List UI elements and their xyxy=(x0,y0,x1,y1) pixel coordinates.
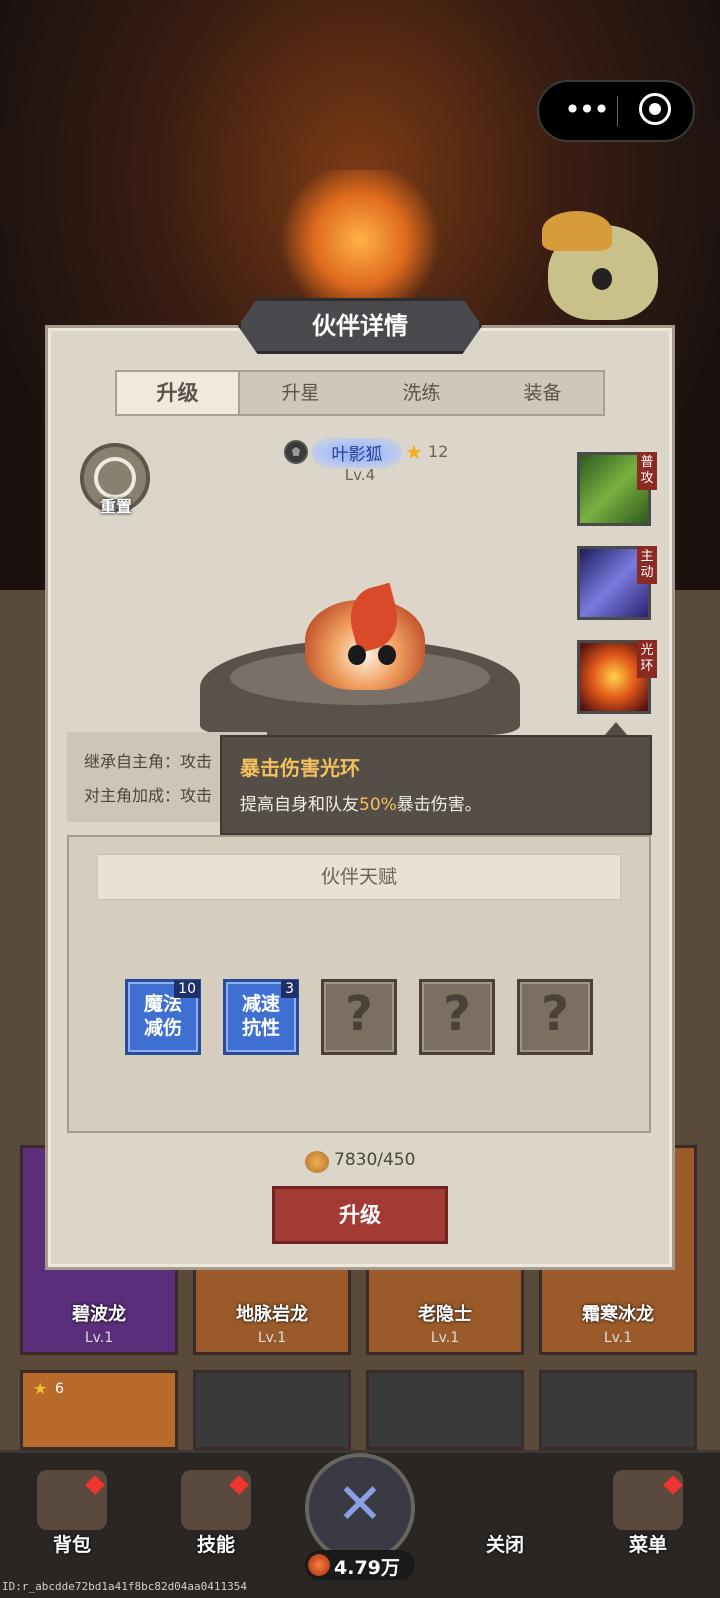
miniprogram-capsule: ••• xyxy=(537,80,695,142)
dragon-eye xyxy=(592,268,612,290)
close-target-icon[interactable] xyxy=(639,93,671,125)
upgrade-button[interactable]: 升级 xyxy=(272,1186,448,1244)
question-mark-icon: ? xyxy=(345,986,373,1042)
partner-star-count: 12 xyxy=(428,442,449,461)
nav-skills[interactable]: 技能 xyxy=(166,1470,266,1557)
partner-level: Lv.4 xyxy=(344,466,376,484)
upgrade-cost: 7830/450 xyxy=(334,1150,416,1170)
more-dots-icon[interactable]: ••• xyxy=(561,82,611,140)
locked-partner-card[interactable] xyxy=(539,1370,697,1450)
locked-partner-card[interactable] xyxy=(193,1370,351,1450)
partner-card[interactable]: ★ 6 xyxy=(20,1370,178,1450)
nav-label: 菜单 xyxy=(628,1534,667,1556)
currency-amount: 4.79万 xyxy=(334,1557,400,1579)
talent-slot[interactable]: 魔法 减伤 10 xyxy=(125,979,201,1055)
talent-name: 减速 抗性 xyxy=(241,993,280,1039)
card-level: Lv.1 xyxy=(84,1330,114,1346)
skill-type-tag: 普攻 xyxy=(637,452,657,490)
nav-close[interactable]: 关闭 xyxy=(455,1470,555,1557)
debug-id: ID:r_abcdde72bd1a41f8bc82d04aa0411354 xyxy=(2,1580,248,1593)
card-level: Lv.1 xyxy=(430,1330,460,1346)
card-name: 霜寒冰龙 xyxy=(582,1304,654,1325)
talent-slot[interactable]: 减速 抗性 3 xyxy=(223,979,299,1055)
card-level: Lv.1 xyxy=(603,1330,633,1346)
coin-icon xyxy=(305,1151,329,1173)
star-icon: ★ xyxy=(405,440,423,464)
bonus-stat: 对主角加成：攻击 xyxy=(84,786,213,805)
nav-label: 技能 xyxy=(196,1534,235,1556)
creature-eye xyxy=(348,645,366,665)
tools-icon xyxy=(470,1470,540,1530)
skill-tooltip xyxy=(220,735,652,835)
background-fire-glow xyxy=(270,170,450,310)
talent-name: 魔法 减伤 xyxy=(143,993,182,1039)
tab-upgrade[interactable]: 升级 xyxy=(117,372,240,414)
locked-talent-slot[interactable]: ? xyxy=(419,979,495,1055)
tab-reroll[interactable]: 洗练 xyxy=(361,372,482,414)
question-mark-icon: ? xyxy=(443,986,471,1042)
locked-partner-card[interactable] xyxy=(366,1370,524,1450)
talent-level-badge: 10 xyxy=(174,980,200,998)
card-star-count: 6 xyxy=(55,1381,64,1397)
card-name: 老隐士 xyxy=(418,1304,472,1325)
tab-equipment[interactable]: 装备 xyxy=(482,372,603,414)
card-name: 碧波龙 xyxy=(72,1304,126,1325)
nav-menu[interactable]: 菜单 xyxy=(598,1470,698,1557)
tab-star-up[interactable]: 升星 xyxy=(240,372,361,414)
tab-bar: 升级 升星 洗练 装备 xyxy=(115,370,605,416)
reset-label: 重置 xyxy=(99,497,132,516)
creature-eye xyxy=(378,645,396,665)
faction-shield-icon xyxy=(284,440,308,464)
locked-talent-slot[interactable]: ? xyxy=(321,979,397,1055)
skill-type-tag: 主动 xyxy=(637,546,657,584)
nav-label: 关闭 xyxy=(485,1534,524,1556)
capsule-divider xyxy=(617,96,618,126)
star-icon: ★ xyxy=(33,1379,48,1398)
partner-name: 叶影狐 xyxy=(331,445,383,465)
reset-button[interactable]: 重置 xyxy=(80,443,152,516)
tooltip-arrow xyxy=(604,722,628,736)
talent-title: 伙伴天赋 xyxy=(97,854,621,900)
tooltip-description: 提高自身和队友50%暴击伤害。 xyxy=(240,795,482,815)
gem-icon xyxy=(308,1554,330,1576)
panel-title: 伙伴详情 xyxy=(238,298,482,354)
locked-talent-slot[interactable]: ? xyxy=(517,979,593,1055)
nav-bag[interactable]: 背包 xyxy=(22,1470,122,1557)
nav-label: 背包 xyxy=(52,1534,91,1556)
question-mark-icon: ? xyxy=(541,986,569,1042)
crossed-swords-icon: ✕ xyxy=(336,1472,384,1537)
tooltip-title: 暴击伤害光环 xyxy=(240,756,360,780)
skill-type-tag: 光环 xyxy=(637,640,657,678)
tooltip-highlight: 50% xyxy=(359,795,397,815)
card-level: Lv.1 xyxy=(257,1330,287,1346)
inherit-stat: 继承自主角：攻击 xyxy=(84,752,213,771)
card-name: 地脉岩龙 xyxy=(236,1304,308,1325)
talent-level-badge: 3 xyxy=(281,980,298,998)
